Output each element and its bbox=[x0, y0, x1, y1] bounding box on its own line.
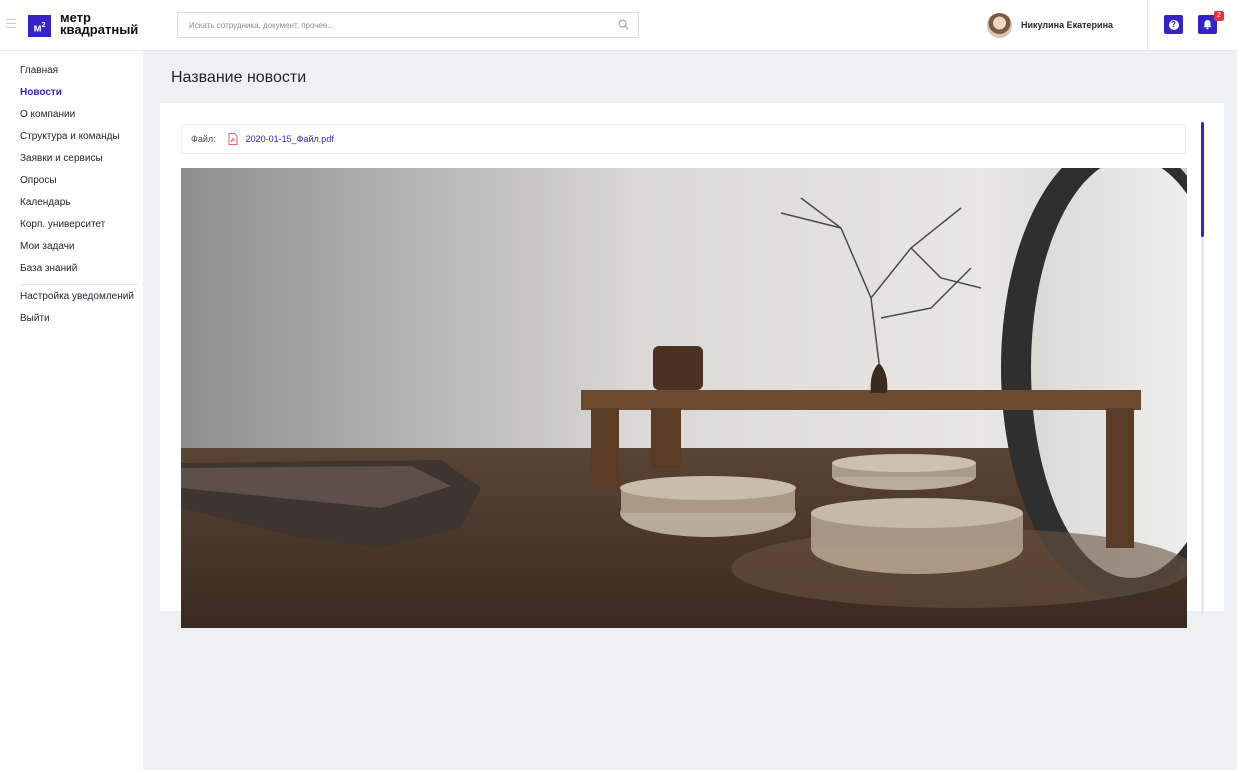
search-box bbox=[177, 12, 639, 38]
sidebar-item-4[interactable]: Заявки и сервисы bbox=[20, 152, 120, 174]
user-profile[interactable]: Никулина Екатерина bbox=[987, 11, 1113, 39]
sidebar-item-0[interactable]: Главная bbox=[20, 64, 120, 86]
sidebar-item-7[interactable]: Корп. университет bbox=[20, 218, 120, 240]
file-attachment: Файл: 2020-01-15_Файл.pdf bbox=[181, 124, 1186, 154]
sidebar-item-8[interactable]: Мои задачи bbox=[20, 240, 120, 262]
logo-line-2: квадратный bbox=[60, 22, 139, 37]
logo-text[interactable]: метр квадратный bbox=[60, 11, 139, 37]
help-button[interactable]: ? bbox=[1164, 15, 1183, 34]
menu-icon[interactable] bbox=[6, 19, 16, 29]
search-input[interactable] bbox=[178, 13, 598, 37]
scrollbar-thumb[interactable] bbox=[1201, 122, 1204, 237]
news-image-graphic bbox=[181, 168, 1187, 628]
sidebar-item-5[interactable]: Опросы bbox=[20, 174, 120, 196]
sidebar-bottom-item-1[interactable]: Выйти bbox=[20, 312, 134, 334]
sidebar-item-2[interactable]: О компании bbox=[20, 108, 120, 130]
sidebar-nav: Главная Новости О компании Структура и кома… bbox=[20, 64, 120, 284]
logo-mark-letter: м bbox=[33, 22, 42, 35]
sidebar-divider bbox=[20, 284, 138, 285]
search-icon[interactable] bbox=[618, 19, 629, 30]
file-label: Файл: bbox=[191, 134, 216, 144]
sidebar-item-1[interactable]: Новости bbox=[20, 86, 120, 108]
sidebar-item-9[interactable]: База знаний bbox=[20, 262, 120, 284]
logo-mark-sup: 2 bbox=[41, 22, 46, 29]
sidebar: Главная Новости О компании Структура и кома… bbox=[0, 51, 143, 770]
sidebar-nav-bottom: Настройка уведомлений Выйти bbox=[20, 290, 134, 334]
sidebar-item-3[interactable]: Структура и команды bbox=[20, 130, 120, 152]
logo-mark[interactable]: м2 bbox=[28, 15, 51, 37]
file-link[interactable]: 2020-01-15_Файл.pdf bbox=[246, 134, 334, 144]
user-name[interactable]: Никулина Екатерина bbox=[1021, 20, 1113, 30]
avatar[interactable] bbox=[987, 12, 1012, 38]
page-title: Название новости bbox=[171, 69, 307, 86]
top-header: м2 метр квадратный Никулина Екатерина ? … bbox=[0, 0, 1237, 51]
sidebar-item-6[interactable]: Календарь bbox=[20, 196, 120, 218]
header-divider bbox=[1147, 0, 1148, 50]
pdf-icon bbox=[228, 133, 238, 145]
question-icon: ? bbox=[1168, 19, 1179, 30]
sidebar-bottom-item-0[interactable]: Настройка уведомлений bbox=[20, 290, 134, 312]
news-image bbox=[181, 168, 1187, 628]
notifications-badge: 2 bbox=[1214, 11, 1224, 21]
bell-icon bbox=[1203, 20, 1212, 30]
